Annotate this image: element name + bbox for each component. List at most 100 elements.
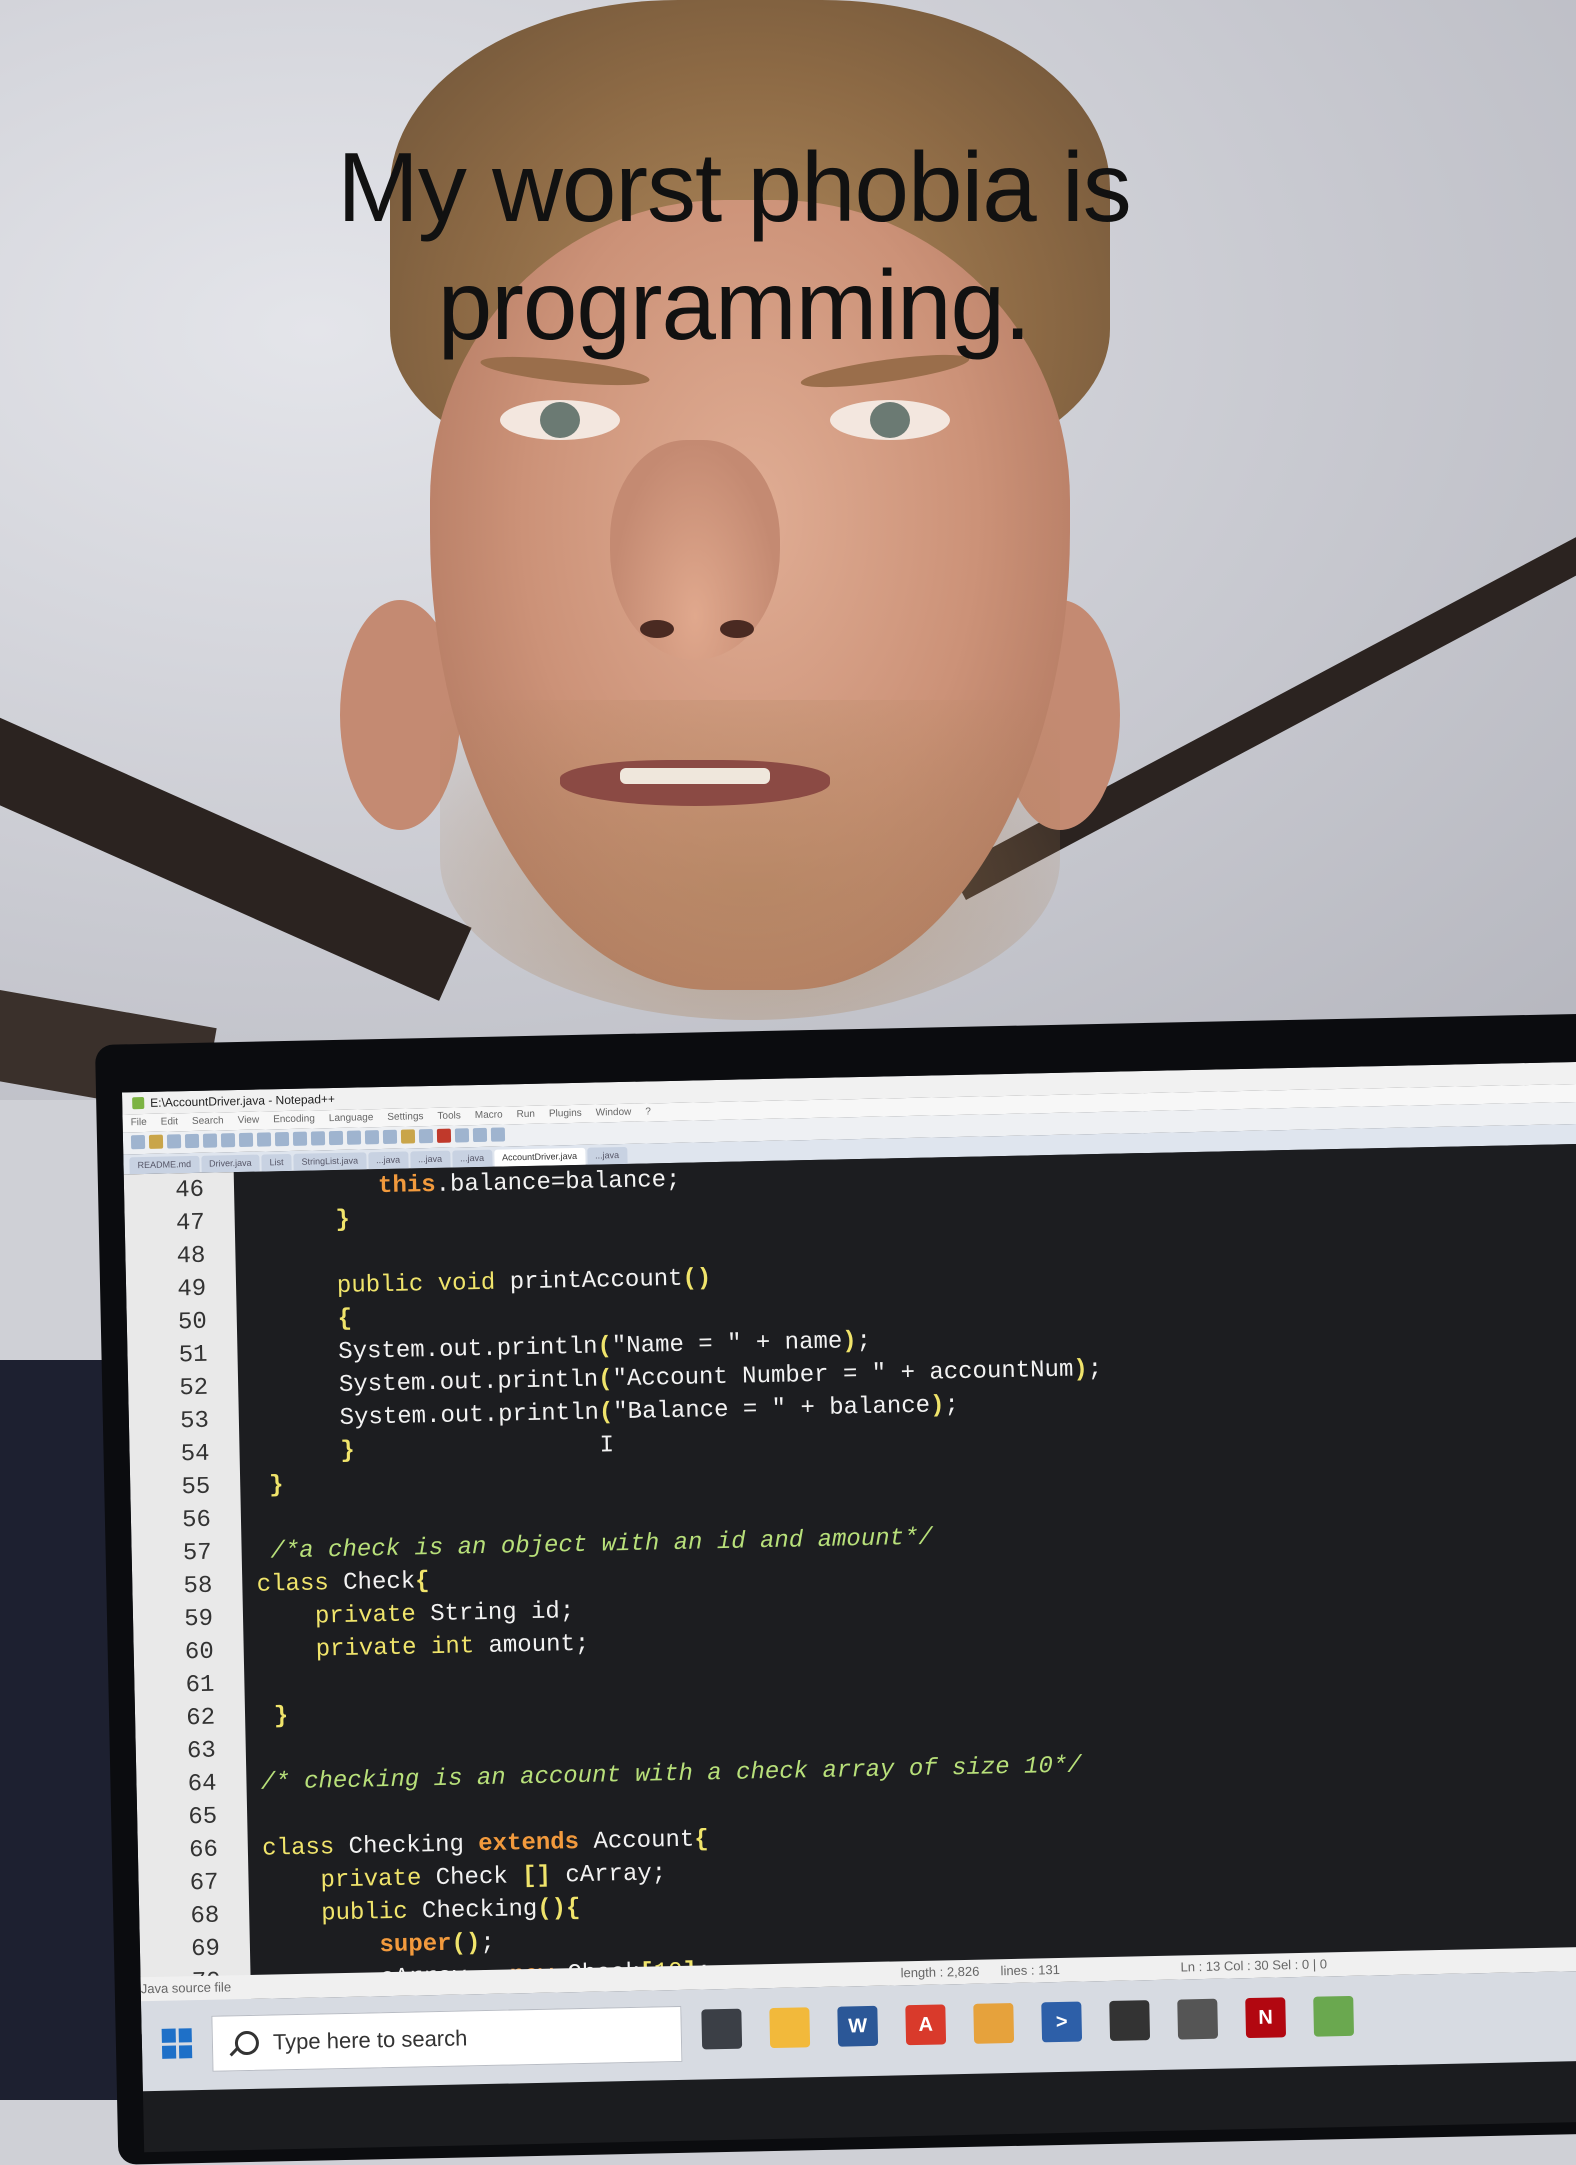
record-macro-icon[interactable] bbox=[436, 1128, 452, 1143]
code-line: 62 } bbox=[135, 1703, 289, 1738]
new-file-icon[interactable] bbox=[130, 1134, 146, 1150]
code-line: 63 bbox=[136, 1737, 247, 1771]
line-number: 63 bbox=[186, 1737, 217, 1766]
line-number: 52 bbox=[179, 1374, 209, 1403]
file-tab[interactable]: AccountDriver.java bbox=[493, 1147, 586, 1167]
notepadpp-icon[interactable] bbox=[1313, 1995, 1355, 2037]
find-icon[interactable] bbox=[328, 1130, 344, 1146]
file-explorer-icon[interactable] bbox=[769, 2007, 811, 2049]
media-icon[interactable] bbox=[1177, 1998, 1219, 2040]
zoom-in-icon[interactable] bbox=[364, 1130, 380, 1145]
indent-guide-icon[interactable] bbox=[418, 1128, 434, 1144]
line-number: 58 bbox=[183, 1572, 213, 1601]
code-text: } bbox=[268, 1472, 284, 1500]
menu-item[interactable]: Search bbox=[192, 1112, 224, 1131]
line-number: 65 bbox=[188, 1803, 218, 1832]
menu-item[interactable]: Settings bbox=[387, 1108, 424, 1127]
meme-caption: My worst phobia is programming. bbox=[0, 128, 1468, 364]
redo-icon[interactable] bbox=[310, 1131, 326, 1146]
save-icon[interactable] bbox=[166, 1134, 182, 1149]
code-text: /* checking is an account with a check a… bbox=[246, 1752, 1082, 1797]
undo-icon[interactable] bbox=[292, 1131, 308, 1146]
file-tab[interactable]: List bbox=[261, 1153, 292, 1172]
menu-item[interactable]: Plugins bbox=[549, 1105, 582, 1124]
line-number: 68 bbox=[190, 1902, 220, 1931]
line-number: 54 bbox=[180, 1440, 210, 1469]
netflix-icon[interactable]: N bbox=[1245, 1997, 1287, 2039]
save-macro-icon[interactable] bbox=[490, 1127, 506, 1142]
file-tab[interactable]: README.md bbox=[129, 1155, 200, 1175]
file-tab[interactable]: ...java bbox=[451, 1149, 493, 1168]
status-length: length : 2,826 bbox=[900, 1963, 980, 1981]
file-tab[interactable]: Driver.java bbox=[200, 1154, 260, 1173]
code-line: 50 { bbox=[127, 1306, 353, 1343]
zoom-out-icon[interactable] bbox=[382, 1129, 398, 1144]
word-icon[interactable]: W bbox=[837, 2005, 879, 2047]
powershell-icon[interactable]: > bbox=[1041, 2001, 1083, 2043]
nose bbox=[610, 440, 780, 660]
file-tab[interactable]: ...java bbox=[367, 1151, 409, 1170]
line-number: 57 bbox=[182, 1539, 212, 1568]
file-tab[interactable]: StringList.java bbox=[293, 1152, 367, 1171]
code-line: 57 /*a check is an object with an id and… bbox=[131, 1525, 934, 1574]
caption-line-1: My worst phobia is bbox=[337, 132, 1132, 242]
status-position: Ln : 13 Col : 30 Sel : 0 | 0 bbox=[1180, 1956, 1328, 1975]
line-number: 64 bbox=[187, 1770, 217, 1799]
print-icon[interactable] bbox=[220, 1133, 236, 1148]
close-icon[interactable] bbox=[202, 1133, 218, 1148]
nostril bbox=[640, 620, 674, 638]
code-text: private String id; bbox=[242, 1598, 575, 1633]
menu-item[interactable]: File bbox=[130, 1114, 147, 1132]
stop-macro-icon[interactable] bbox=[454, 1128, 470, 1143]
copy-icon[interactable] bbox=[256, 1132, 272, 1147]
code-line: 58 class Check{ bbox=[132, 1568, 430, 1606]
windows-start-icon[interactable] bbox=[161, 2028, 193, 2059]
menu-item[interactable]: ? bbox=[645, 1103, 651, 1121]
menu-item[interactable]: Run bbox=[516, 1106, 535, 1124]
eye bbox=[500, 400, 620, 440]
line-number: 61 bbox=[185, 1671, 215, 1700]
menu-item[interactable]: Tools bbox=[437, 1107, 461, 1125]
settings-icon[interactable] bbox=[1109, 2000, 1151, 2041]
line-number: 69 bbox=[190, 1935, 221, 1964]
code-line: 64 /* checking is an account with a chec… bbox=[136, 1752, 1082, 1804]
play-macro-icon[interactable] bbox=[472, 1127, 488, 1143]
code-text: this.balance=balance; bbox=[377, 1166, 681, 1201]
line-number: 53 bbox=[179, 1407, 210, 1436]
code-editor[interactable]: 46 this.balance=balance; 47 } 48 49 public … bbox=[123, 1143, 1576, 2035]
code-text: class Check{ bbox=[242, 1568, 430, 1600]
status-lines: lines : 131 bbox=[1000, 1961, 1060, 1979]
menu-item[interactable]: Language bbox=[329, 1109, 374, 1128]
task-view-icon[interactable] bbox=[701, 2008, 743, 2050]
code-text: public Checking(){ bbox=[248, 1895, 581, 1929]
code-line: 65 bbox=[137, 1803, 248, 1837]
acrobat-icon[interactable]: A bbox=[905, 2004, 947, 2046]
code-text: public void printAccount() bbox=[336, 1265, 712, 1300]
menu-item[interactable]: Edit bbox=[161, 1113, 179, 1131]
open-file-icon[interactable] bbox=[148, 1134, 164, 1149]
cut-icon[interactable] bbox=[238, 1132, 254, 1148]
line-number: 67 bbox=[189, 1869, 219, 1898]
file-tab[interactable]: ...java bbox=[409, 1150, 451, 1169]
save-all-icon[interactable] bbox=[184, 1133, 200, 1149]
notepadpp-icon bbox=[132, 1096, 145, 1110]
code-text: { bbox=[337, 1305, 353, 1333]
code-line: 48 bbox=[125, 1242, 236, 1276]
line-number: 46 bbox=[174, 1176, 205, 1205]
menu-item[interactable]: Encoding bbox=[273, 1110, 315, 1129]
menu-item[interactable]: View bbox=[237, 1112, 260, 1130]
line-number: 62 bbox=[186, 1704, 216, 1733]
taskbar-search-box[interactable]: Type here to search bbox=[211, 2005, 683, 2072]
menu-item[interactable]: Macro bbox=[475, 1106, 503, 1125]
chrome-icon[interactable] bbox=[973, 2002, 1015, 2044]
wrap-icon[interactable] bbox=[400, 1129, 416, 1144]
replace-icon[interactable] bbox=[346, 1130, 362, 1145]
laptop-screen: E:\AccountDriver.java - Notepad++ File Ed… bbox=[121, 1061, 1576, 2153]
laptop: E:\AccountDriver.java - Notepad++ File Ed… bbox=[95, 1012, 1576, 2165]
file-tab[interactable]: ...java bbox=[586, 1146, 628, 1165]
beard bbox=[440, 700, 1060, 1020]
paste-icon[interactable] bbox=[274, 1131, 290, 1147]
line-number: 59 bbox=[183, 1605, 214, 1634]
line-number: 66 bbox=[188, 1836, 219, 1865]
menu-item[interactable]: Window bbox=[596, 1104, 632, 1123]
